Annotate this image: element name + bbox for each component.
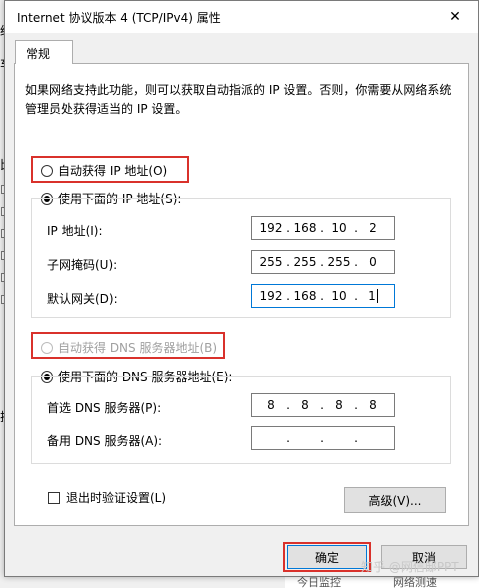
- auto-dns-radio[interactable]: 自动获得 DNS 服务器地址(B): [41, 339, 217, 356]
- ok-button[interactable]: 确定: [287, 545, 367, 569]
- dialog-title: Internet 协议版本 4 (TCP/IPv4) 属性: [17, 11, 221, 25]
- close-button[interactable]: ✕: [432, 1, 478, 33]
- octet: 10: [331, 221, 347, 235]
- preferred-dns-input[interactable]: 8. 8. 8. 8: [251, 393, 395, 417]
- default-gateway-label: 默认网关(D):: [47, 292, 118, 306]
- octet: 8: [267, 398, 275, 412]
- octet: 8: [301, 398, 309, 412]
- text-caret: [376, 289, 378, 304]
- preferred-dns-label: 首选 DNS 服务器(P):: [47, 401, 162, 415]
- ok-button-label: 确定: [314, 550, 339, 565]
- tab-label: 常规: [26, 47, 51, 61]
- octet: 8: [369, 398, 377, 412]
- advanced-button-label: 高级(V)...: [368, 493, 422, 508]
- validate-settings-checkbox[interactable]: 退出时验证设置(L): [48, 489, 166, 506]
- octet: 168: [293, 221, 317, 235]
- octet: 1: [368, 288, 376, 303]
- close-icon: ✕: [449, 9, 461, 25]
- auto-ip-label: 自动获得 IP 地址(O): [58, 164, 168, 178]
- ip-address-label: IP 地址(I):: [47, 224, 103, 238]
- radio-icon: [41, 164, 53, 177]
- octet: 8: [335, 398, 343, 412]
- auto-ip-radio[interactable]: 自动获得 IP 地址(O): [41, 162, 167, 179]
- advanced-button[interactable]: 高级(V)...: [344, 487, 446, 513]
- octet: 168: [293, 289, 317, 303]
- subnet-mask-input[interactable]: 255. 255. 255. 0: [251, 250, 395, 274]
- octet: 2: [369, 221, 377, 235]
- tab-general[interactable]: 常规: [15, 40, 73, 64]
- octet: 255: [259, 255, 283, 269]
- octet: 192: [259, 221, 283, 235]
- validate-settings-label: 退出时验证设置(L): [66, 491, 167, 505]
- checkbox-icon: [48, 491, 60, 504]
- auto-dns-label: 自动获得 DNS 服务器地址(B): [58, 341, 218, 355]
- alternate-dns-label: 备用 DNS 服务器(A):: [47, 434, 163, 448]
- octet: 10: [331, 289, 347, 303]
- octet: 255: [327, 255, 351, 269]
- alternate-dns-input[interactable]: . . .: [251, 426, 395, 450]
- manual-dns-group: [31, 376, 451, 464]
- octet: 192: [259, 289, 283, 303]
- watermark-text: 知乎 @网信邸PPT: [361, 560, 459, 574]
- ipv4-properties-dialog: Internet 协议版本 4 (TCP/IPv4) 属性 ✕ 常规 如果网络支…: [4, 0, 479, 577]
- title-bar: Internet 协议版本 4 (TCP/IPv4) 属性 ✕: [5, 1, 478, 33]
- radio-icon: [41, 341, 53, 354]
- intro-text: 如果网络支持此功能，则可以获取自动指派的 IP 设置。否则，你需要从网络系统管理…: [25, 83, 452, 116]
- octet: 255: [293, 255, 317, 269]
- ip-address-input[interactable]: 192. 168. 10. 2: [251, 216, 395, 240]
- subnet-mask-label: 子网掩码(U):: [47, 258, 118, 272]
- default-gateway-input[interactable]: 192. 168. 10. 1: [251, 284, 395, 308]
- octet: 0: [369, 255, 377, 269]
